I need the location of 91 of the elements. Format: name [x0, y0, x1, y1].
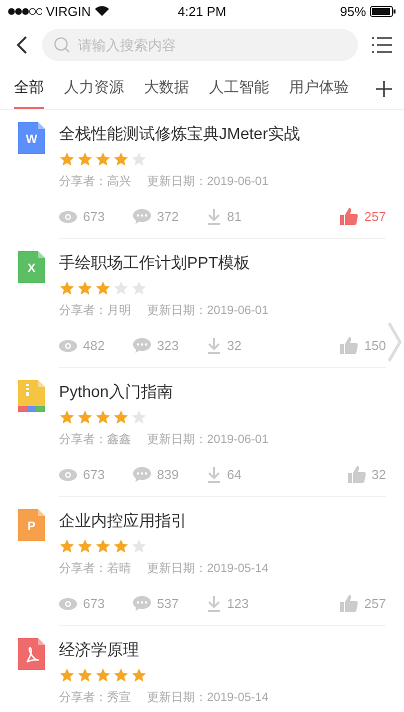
back-button[interactable]: [16, 36, 28, 54]
document-title[interactable]: Python入门指南: [59, 382, 386, 403]
star-icon: [113, 667, 129, 683]
star-icon: [95, 667, 111, 683]
update-date-text: 更新日期：2019-05-14: [147, 560, 268, 577]
star-icon: [95, 538, 111, 554]
update-date-text: 更新日期：2019-06-01: [147, 173, 268, 190]
star-icon: [59, 409, 75, 425]
download-icon: [207, 338, 221, 354]
like-count: 257: [364, 596, 386, 611]
wifi-icon: [94, 6, 109, 16]
menu-button[interactable]: [372, 37, 392, 53]
thumbs-up-icon[interactable]: [340, 337, 358, 354]
star-icon: [113, 151, 129, 167]
star-icon: [59, 151, 75, 167]
star-icon: [59, 538, 75, 554]
document-title[interactable]: 企业内控应用指引: [59, 511, 386, 532]
view-count: 673: [83, 596, 105, 611]
download-icon: [207, 466, 221, 482]
search-icon: [54, 37, 70, 53]
star-icon: [131, 538, 147, 554]
star-icon: [77, 409, 93, 425]
category-tab[interactable]: 人工智能: [209, 68, 269, 109]
thumbs-up-icon[interactable]: [348, 466, 366, 483]
eye-icon: [59, 210, 77, 222]
sharer-text: 分享者：月明: [59, 302, 131, 319]
document-title[interactable]: 全栈性能测试修炼宝典JMeter实战: [59, 124, 386, 145]
like-count: 32: [372, 467, 386, 482]
status-time: 4:21 PM: [178, 4, 226, 18]
star-icon: [77, 538, 93, 554]
document-title[interactable]: 手绘职场工作计划PPT模板: [59, 253, 386, 274]
star-icon: [113, 409, 129, 425]
update-date-text: 更新日期：2019-05-14: [147, 689, 268, 706]
update-date-text: 更新日期：2019-06-01: [147, 302, 268, 319]
download-icon: [207, 596, 221, 612]
like-count: 257: [364, 209, 386, 224]
download-count: 64: [227, 467, 242, 482]
star-icon: [113, 280, 129, 296]
comment-icon: [133, 338, 151, 354]
battery-icon: [370, 6, 396, 16]
star-icon: [59, 667, 75, 683]
download-count: 81: [227, 209, 242, 224]
sharer-text: 分享者：高兴: [59, 173, 131, 190]
category-tab[interactable]: 人力资源: [64, 68, 124, 109]
star-icon: [77, 280, 93, 296]
eye-icon: [59, 468, 77, 480]
battery-percent: 95%: [340, 4, 366, 18]
eye-icon: [59, 598, 77, 610]
category-tab[interactable]: 大数据: [144, 68, 189, 109]
zip-file-icon: [18, 380, 45, 412]
sharer-text: 分享者：秀宣: [59, 689, 131, 706]
star-icon: [131, 667, 147, 683]
view-count: 482: [83, 338, 105, 353]
signal-icon: [8, 8, 42, 14]
comment-count: 372: [157, 209, 179, 224]
document-file-icon: X: [18, 251, 45, 283]
comment-icon: [133, 466, 151, 482]
view-count: 673: [83, 467, 105, 482]
document-title[interactable]: 经济学原理: [59, 640, 386, 661]
star-icon: [95, 280, 111, 296]
thumbs-up-icon[interactable]: [340, 595, 358, 612]
category-tab[interactable]: 全部: [14, 68, 44, 109]
comment-icon: [133, 208, 151, 224]
document-file-icon: P: [18, 509, 45, 541]
like-count: 150: [364, 338, 386, 353]
star-icon: [113, 538, 129, 554]
star-icon: [59, 280, 75, 296]
download-count: 123: [227, 596, 249, 611]
view-count: 673: [83, 209, 105, 224]
carrier-name: VIRGIN: [46, 4, 91, 18]
star-icon: [131, 409, 147, 425]
comment-count: 323: [157, 338, 179, 353]
sharer-text: 分享者：若晴: [59, 560, 131, 577]
pdf-file-icon: [18, 638, 45, 670]
comment-count: 537: [157, 596, 179, 611]
category-tab[interactable]: 用户体验: [289, 68, 349, 109]
star-icon: [95, 409, 111, 425]
sharer-text: 分享者：鑫鑫: [59, 431, 131, 448]
download-icon: [207, 208, 221, 224]
star-icon: [95, 151, 111, 167]
eye-icon: [59, 340, 77, 352]
star-icon: [131, 151, 147, 167]
star-icon: [131, 280, 147, 296]
star-icon: [77, 151, 93, 167]
update-date-text: 更新日期：2019-06-01: [147, 431, 268, 448]
document-file-icon: W: [18, 122, 45, 154]
star-icon: [77, 667, 93, 683]
thumbs-up-icon[interactable]: [340, 208, 358, 225]
download-count: 32: [227, 338, 242, 353]
comment-icon: [133, 596, 151, 612]
comment-count: 839: [157, 467, 179, 482]
